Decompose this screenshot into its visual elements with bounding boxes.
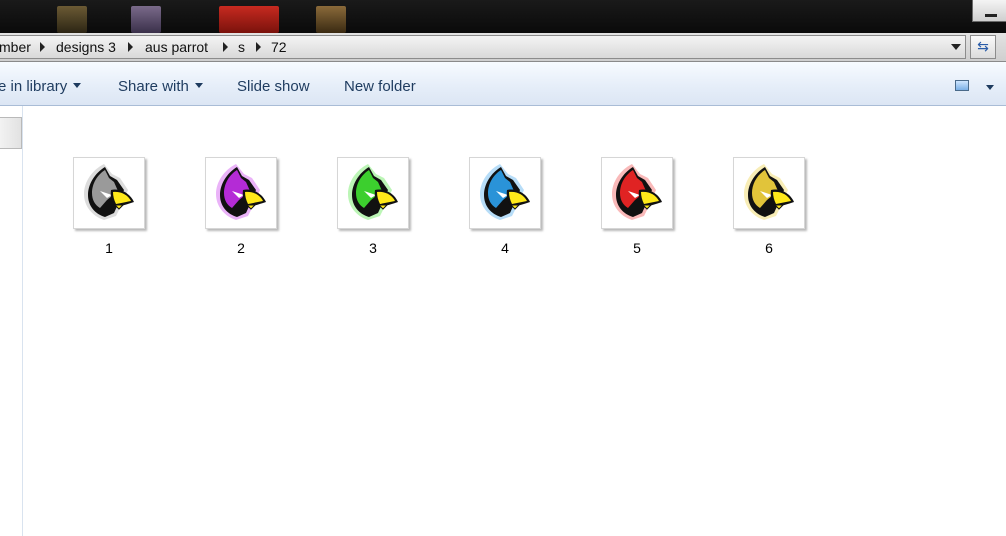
file-thumbnail[interactable]	[733, 157, 805, 229]
refresh-icon: ⇆	[977, 39, 989, 55]
refresh-button[interactable]: ⇆	[970, 35, 996, 59]
breadcrumb-separator-icon[interactable]	[128, 42, 133, 52]
file-name: 6	[765, 240, 773, 256]
share-with-button[interactable]: Share with	[118, 78, 203, 95]
minimize-button[interactable]	[972, 0, 1006, 22]
address-dropdown-icon[interactable]	[951, 44, 961, 50]
parrot-head-icon	[84, 164, 134, 220]
breadcrumb-separator-icon[interactable]	[223, 42, 228, 52]
file-item[interactable]: 2	[203, 157, 279, 256]
parrot-head-icon	[480, 164, 530, 220]
file-item[interactable]: 5	[599, 157, 675, 256]
taskbar-thumbnail-icon[interactable]	[131, 6, 161, 33]
include-in-library-label: e in library	[0, 78, 68, 95]
file-thumbnail[interactable]	[601, 157, 673, 229]
window-title-strip	[0, 0, 1006, 33]
file-list: 1 2 3 4 5 6	[23, 106, 1006, 536]
breadcrumb-item[interactable]: designs 3	[56, 39, 116, 55]
file-name: 2	[237, 240, 245, 256]
file-item[interactable]: 3	[335, 157, 411, 256]
chevron-down-icon	[73, 83, 82, 88]
navigation-pane	[0, 106, 23, 536]
command-toolbar: e in library Share with Slide show New f…	[0, 62, 1006, 106]
share-with-label: Share with	[118, 78, 189, 95]
parrot-head-icon	[612, 164, 662, 220]
taskbar-thumbnail-icon[interactable]	[57, 6, 87, 33]
file-thumbnail[interactable]	[337, 157, 409, 229]
parrot-head-icon	[348, 164, 398, 220]
new-folder-button[interactable]: New folder	[344, 78, 416, 95]
breadcrumb-item[interactable]: aus parrot	[145, 39, 208, 55]
taskbar-thumbnail-icon[interactable]	[316, 6, 346, 33]
taskbar-thumbnail-icon[interactable]	[219, 6, 279, 33]
breadcrumb-item[interactable]: 72	[271, 39, 287, 55]
breadcrumb[interactable]: mber designs 3 aus parrot s 72	[0, 35, 966, 59]
file-name: 4	[501, 240, 509, 256]
file-item[interactable]: 4	[467, 157, 543, 256]
file-thumbnail[interactable]	[205, 157, 277, 229]
address-bar: mber designs 3 aus parrot s 72 ⇆	[0, 33, 1006, 62]
file-name: 3	[369, 240, 377, 256]
parrot-head-icon	[744, 164, 794, 220]
chevron-down-icon[interactable]	[986, 85, 994, 90]
chevron-down-icon	[194, 83, 203, 88]
breadcrumb-separator-icon[interactable]	[256, 42, 261, 52]
breadcrumb-separator-icon[interactable]	[40, 42, 45, 52]
navigation-scrollbar[interactable]	[0, 117, 22, 149]
slide-show-button[interactable]: Slide show	[237, 78, 310, 95]
file-thumbnail[interactable]	[469, 157, 541, 229]
file-name: 5	[633, 240, 641, 256]
file-item[interactable]: 6	[731, 157, 807, 256]
file-item[interactable]: 1	[71, 157, 147, 256]
breadcrumb-item[interactable]: s	[238, 39, 245, 55]
file-name: 1	[105, 240, 113, 256]
breadcrumb-item[interactable]: mber	[0, 39, 31, 55]
view-options-icon[interactable]	[955, 80, 969, 91]
include-in-library-button[interactable]: e in library	[0, 78, 82, 95]
parrot-head-icon	[216, 164, 266, 220]
file-thumbnail[interactable]	[73, 157, 145, 229]
